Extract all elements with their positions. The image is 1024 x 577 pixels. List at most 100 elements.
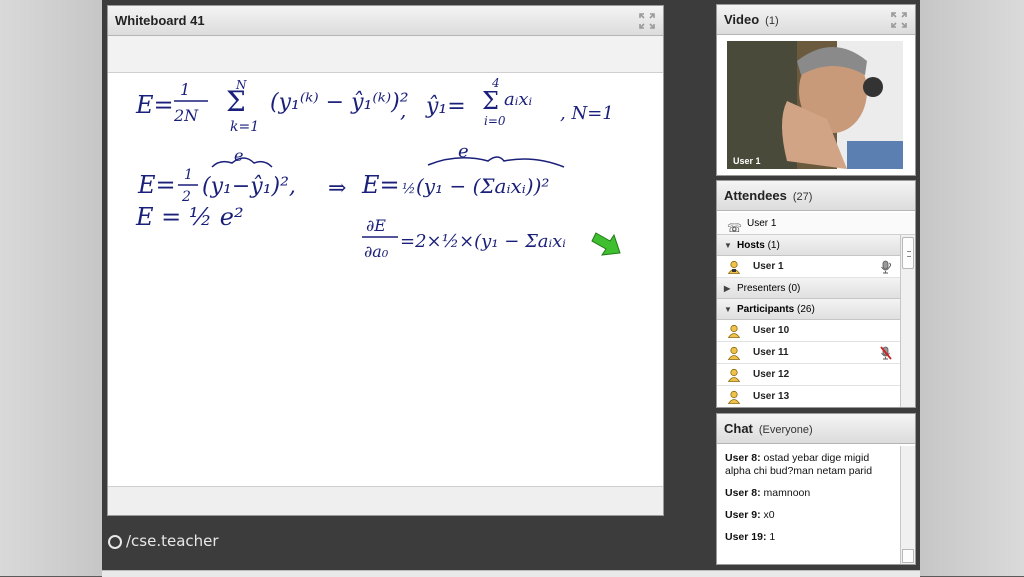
expanded-arrow-icon: ▼ — [724, 241, 732, 250]
user-name: User 1 — [753, 261, 784, 272]
eq1-sum-bottom: k=1 — [230, 119, 259, 135]
eq2-paren: (y₁−ŷ₁)², — [202, 174, 296, 199]
message-sender: User 9: — [725, 509, 761, 521]
whiteboard-canvas[interactable]: E= 1 2N N Σ k=1 (y₁⁽ᵏ⁾ − ŷ₁⁽ᵏ⁾)² , ŷ₁= 4… — [108, 73, 663, 489]
video-titlebar: Video (1) — [717, 5, 915, 35]
current-user-name: User 1 — [747, 218, 777, 229]
group-participants[interactable]: ▼ Participants (26) — [717, 299, 901, 320]
eq1-paren: (y₁⁽ᵏ⁾ − ŷ₁⁽ᵏ⁾)² — [270, 90, 409, 115]
grip-icon — [907, 251, 911, 257]
attendees-panel: Attendees (27) ☏ User 1 ▼ Hosts (1) User … — [716, 180, 916, 408]
message-sender: User 8: — [725, 487, 761, 499]
eq1-E: E= — [135, 91, 174, 119]
chat-message: User 19: 1 — [725, 531, 895, 544]
microphone-icon[interactable] — [879, 260, 893, 274]
eq2-implies: ⇒ — [328, 176, 346, 201]
eq1-sigma: Σ — [226, 85, 246, 118]
eq2-e-label: e — [234, 146, 243, 165]
eq2-num: 1 — [184, 167, 193, 183]
chat-message: User 9: x0 — [725, 509, 895, 522]
eq1-num: 1 — [180, 80, 190, 99]
attendee-list: ▼ Hosts (1) User 1 ▶ Presenters (0) ▼ Pa… — [717, 235, 901, 407]
chat-titlebar: Chat (Everyone) — [717, 414, 915, 444]
current-user-row[interactable]: ☏ User 1 — [717, 213, 915, 235]
expanded-arrow-icon: ▼ — [724, 305, 732, 314]
eq1-yhat: ŷ₁= — [425, 94, 466, 119]
scrollbar-thumb[interactable] — [902, 237, 914, 269]
eq1-den: 2N — [173, 106, 199, 125]
host-person-icon — [727, 260, 741, 274]
whiteboard-toolbar — [108, 36, 663, 73]
group-presenters[interactable]: ▶ Presenters (0) — [717, 278, 901, 299]
eq2-paren2: (y₁ − (Σaᵢxᵢ))² — [416, 174, 549, 198]
user-name: User 12 — [753, 369, 790, 380]
whiteboard-panel: Whiteboard 41 E= 1 2N N Σ k=1 (y₁⁽ᵏ⁾ − ŷ… — [107, 5, 664, 516]
person-icon — [727, 368, 741, 382]
eq4-rhs: =2×½×(y₁ − Σaᵢxᵢ — [400, 231, 566, 252]
attendees-scrollbar[interactable] — [900, 235, 915, 407]
watermark: /cse.teacher — [108, 532, 219, 550]
chat-message: User 8: ostad yebar dige migid alpha chi… — [725, 452, 895, 478]
message-sender: User 19: — [725, 531, 767, 543]
attendees-count: (27) — [792, 191, 813, 203]
eq2-E2: E= — [361, 171, 400, 199]
webcam-feed: User 1 — [727, 41, 903, 169]
list-item[interactable]: User 1 — [717, 256, 901, 278]
watermark-text: /cse.teacher — [126, 532, 219, 550]
maximize-icon[interactable] — [891, 12, 907, 28]
video-count: (1) — [765, 15, 779, 27]
list-item[interactable]: User 11 — [717, 342, 901, 364]
eq2-e-label2: e — [458, 141, 469, 162]
person-icon — [727, 324, 741, 338]
group-hosts-label: Hosts — [737, 240, 765, 251]
list-item[interactable]: User 10 — [717, 320, 901, 342]
person-icon — [727, 390, 741, 404]
scrollbar-thumb[interactable] — [902, 549, 914, 563]
eq1-ax: aᵢxᵢ — [504, 89, 533, 110]
group-participants-label: Participants — [737, 304, 795, 315]
eq1-sigma2: Σ — [482, 87, 499, 115]
whiteboard-footer — [108, 486, 663, 515]
microphone-muted-icon[interactable] — [879, 346, 893, 360]
chat-title: Chat — [724, 421, 753, 436]
eq4-dE: ∂E — [366, 216, 386, 235]
user-name: User 11 — [753, 347, 789, 358]
maximize-icon[interactable] — [639, 13, 655, 29]
chat-message: User 8: mamnoon — [725, 487, 895, 500]
message-text: x0 — [763, 509, 775, 521]
message-text: 1 — [769, 531, 776, 543]
group-hosts[interactable]: ▼ Hosts (1) — [717, 235, 901, 256]
video-panel: Video (1) User 1 — [716, 4, 916, 176]
eq3-E: E = ½ e² — [135, 203, 244, 231]
group-presenters-label: Presenters — [737, 283, 786, 294]
video-user-label: User 1 — [733, 156, 761, 166]
eq2-E: E= — [137, 171, 176, 199]
user-name: User 13 — [753, 391, 790, 402]
list-item[interactable]: User 12 — [717, 364, 901, 386]
green-arrow-pointer-icon — [591, 232, 621, 256]
eq1-sum2-bottom: i=0 — [484, 114, 506, 128]
message-text: mamnoon — [763, 487, 811, 499]
group-presenters-count: (0) — [788, 283, 801, 294]
left-margin — [0, 0, 102, 576]
attendees-titlebar: Attendees (27) — [717, 181, 915, 211]
chat-panel: Chat (Everyone) User 8: ostad yebar dige … — [716, 413, 916, 565]
group-hosts-count: (1) — [767, 240, 780, 251]
video-title: Video — [724, 12, 760, 27]
handwritten-equations: E= 1 2N N Σ k=1 (y₁⁽ᵏ⁾ − ŷ₁⁽ᵏ⁾)² , ŷ₁= 4… — [135, 76, 621, 261]
user-name: User 10 — [753, 325, 790, 336]
whiteboard-title: Whiteboard 41 — [115, 13, 205, 28]
eq4-da0: ∂a₀ — [364, 242, 389, 261]
person-icon — [727, 346, 741, 360]
chat-messages: User 8: ostad yebar dige migid alpha chi… — [717, 446, 901, 564]
chat-scope: (Everyone) — [758, 424, 813, 436]
attendees-title: Attendees — [724, 188, 787, 203]
list-item[interactable]: User 13 — [717, 386, 901, 407]
collapsed-arrow-icon: ▶ — [724, 284, 731, 293]
classroom-app: Whiteboard 41 E= 1 2N N Σ k=1 (y₁⁽ᵏ⁾ − ŷ… — [102, 0, 920, 577]
right-margin — [920, 0, 1024, 576]
eq2-half: ½ — [402, 181, 416, 197]
chat-scrollbar[interactable] — [900, 446, 915, 564]
whiteboard-titlebar: Whiteboard 41 — [108, 6, 663, 36]
channel-logo-icon — [108, 535, 122, 549]
